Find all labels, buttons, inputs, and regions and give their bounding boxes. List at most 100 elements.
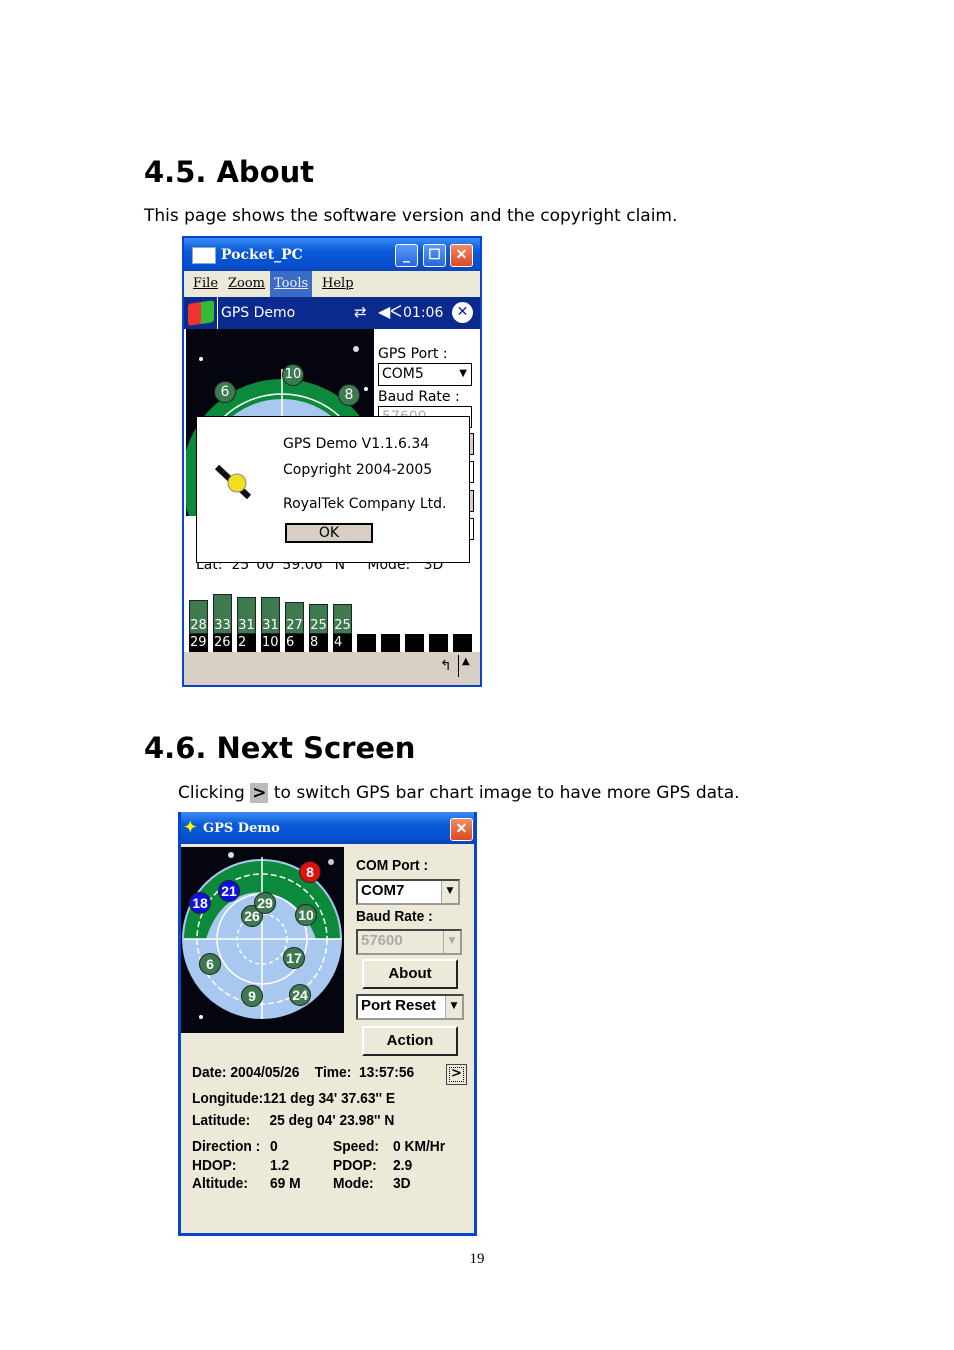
screenshot-gps-demo: ✦ GPS Demo ✕ 8 21 18 26 29 10 6 17 9 24 COM Port … (178, 812, 477, 1236)
bottom-command-bar: ↰ ▲ (184, 652, 480, 685)
title-bar: ✦ GPS Demo ✕ (181, 812, 474, 844)
direction-value: 0 (270, 1138, 278, 1155)
section-heading-about: 4.5. About (144, 155, 315, 189)
satellite-marker: 8 (299, 861, 321, 883)
pocketpc-taskbar: GPS Demo ⇄ ◀ᐸ 01:06 ✕ (184, 297, 480, 329)
next-screen-button[interactable]: > (446, 1064, 467, 1085)
window-title: GPS Demo (203, 821, 280, 836)
sip-up-arrow-icon[interactable]: ▲ (462, 656, 470, 667)
satellite-marker: 24 (289, 984, 311, 1006)
gps-port-label: GPS Port : (378, 346, 448, 362)
menu-zoom[interactable]: Zoom (224, 271, 269, 297)
version-text: GPS Demo V1.1.6.34 (283, 436, 430, 452)
dropdown-arrow-icon: ▼ (443, 931, 460, 953)
close-button[interactable]: ✕ (450, 818, 473, 841)
satellite-prn-label: 4 (333, 634, 352, 652)
satellite-app-icon: ✦ (184, 818, 197, 836)
connectivity-icon[interactable]: ⇄ (354, 303, 367, 321)
satellite-marker: 6 (214, 381, 236, 403)
satellite-prn-label: 8 (309, 634, 328, 652)
pdop-label: PDOP: (333, 1157, 377, 1174)
dropdown-arrow-icon: ▼ (445, 996, 462, 1018)
gps-port-select[interactable]: COM5 ▼ (378, 363, 472, 386)
speed-value: 0 KM/Hr (393, 1138, 446, 1155)
empty-channel-slot (405, 634, 424, 652)
taskbar-app-name: GPS Demo (221, 305, 296, 321)
copyright-text: Copyright 2004-2005 (283, 462, 433, 478)
satellite-marker: 9 (241, 985, 263, 1007)
satellite-marker: 21 (218, 880, 240, 902)
satellite-marker: 18 (189, 892, 211, 914)
signal-bar-chart: 28 29 33 26 31 2 31 10 27 6 25 8 25 4 (184, 578, 480, 653)
signal-bar: 25 (333, 604, 352, 634)
satellite-prn-label: 2 (237, 634, 256, 652)
empty-channel-slot (357, 634, 376, 652)
signal-bar: 25 (309, 604, 328, 634)
page-number: 19 (469, 1251, 485, 1267)
satellite-prn-label: 6 (285, 634, 304, 652)
screenshot-about-dialog: Pocket_PC _ ☐ ✕ File Zoom Tools Help GPS… (182, 236, 482, 687)
dropdown-arrow-icon: ▼ (441, 881, 458, 903)
baud-rate-select[interactable]: 57600 ▼ (356, 929, 462, 955)
empty-channel-slot (429, 634, 448, 652)
satellite-marker: 10 (295, 904, 317, 926)
section-text-next-screen: Clicking > to switch GPS bar chart image… (178, 783, 740, 803)
satellite-prn-label: 26 (213, 634, 232, 652)
satellite-marker: 29 (254, 892, 276, 914)
pdop-value: 2.9 (393, 1157, 413, 1174)
signal-bar: 28 (189, 600, 208, 634)
signal-bar: 31 (237, 596, 256, 634)
satellite-marker: 6 (199, 953, 221, 975)
title-bar: Pocket_PC _ ☐ ✕ (184, 238, 480, 271)
signal-bar: 31 (261, 596, 280, 634)
altitude-value: 69 M (270, 1175, 301, 1192)
menu-tools[interactable]: Tools (270, 271, 313, 297)
date-time-row: Date: 2004/05/26 Time: 13:57:56 (192, 1064, 415, 1081)
satellite-marker: 8 (338, 384, 360, 406)
next-key-glyph: > (250, 783, 269, 803)
empty-channel-slot (453, 634, 472, 652)
input-panel-icon[interactable]: ↰ (440, 658, 452, 674)
dropdown-arrow-icon: ▼ (459, 368, 467, 379)
empty-channel-slot (381, 634, 400, 652)
speaker-muted-icon[interactable]: ◀ᐸ (378, 302, 402, 321)
menu-file[interactable]: File (189, 271, 222, 297)
port-reset-select[interactable]: Port Reset ▼ (356, 994, 464, 1020)
satellite-marker: 17 (283, 947, 305, 969)
com-port-select[interactable]: COM7 ▼ (356, 879, 460, 905)
baud-rate-label: Baud Rate : (356, 908, 433, 925)
action-button[interactable]: Action (362, 1026, 458, 1056)
sky-plot-image: 8 21 18 26 29 10 6 17 9 24 (181, 847, 344, 1033)
hdop-value: 1.2 (270, 1157, 290, 1174)
menu-bar: File Zoom Tools Help (184, 271, 480, 297)
about-dialog: GPS Demo V1.1.6.34 Copyright 2004-2005 R… (196, 416, 470, 563)
mode-label: Mode: (333, 1175, 374, 1192)
direction-label: Direction : (192, 1138, 261, 1155)
satellite-icon (214, 464, 252, 500)
latitude-row: Latitude: 25 deg 04' 23.98'' N (192, 1112, 395, 1129)
longitude-row: Longitude:121 deg 34' 37.63'' E (192, 1090, 396, 1107)
altitude-label: Altitude: (192, 1175, 248, 1192)
close-circle-icon[interactable]: ✕ (452, 302, 473, 323)
windows-start-icon[interactable] (188, 300, 214, 326)
close-button[interactable]: ✕ (450, 244, 473, 267)
hdop-label: HDOP: (192, 1157, 237, 1174)
ok-button[interactable]: OK (285, 523, 373, 543)
company-text: RoyalTek Company Ltd. (283, 496, 447, 512)
satellite-prn-label: 10 (261, 634, 280, 652)
menu-help[interactable]: Help (318, 271, 358, 297)
maximize-button[interactable]: ☐ (423, 244, 446, 267)
window-icon (192, 247, 216, 264)
signal-bar: 27 (285, 601, 304, 634)
com-port-label: COM Port : (356, 857, 429, 874)
baud-rate-label: Baud Rate : (378, 389, 460, 405)
satellite-prn-label: 29 (189, 634, 208, 652)
window-title: Pocket_PC (221, 247, 303, 263)
about-button[interactable]: About (362, 959, 458, 989)
minimize-button[interactable]: _ (395, 244, 418, 267)
signal-bar: 33 (213, 594, 232, 634)
mode-value: 3D (393, 1175, 411, 1192)
taskbar-clock[interactable]: 01:06 (403, 305, 443, 321)
section-heading-next-screen: 4.6. Next Screen (144, 731, 416, 765)
section-text-about: This page shows the software version and… (144, 206, 678, 226)
